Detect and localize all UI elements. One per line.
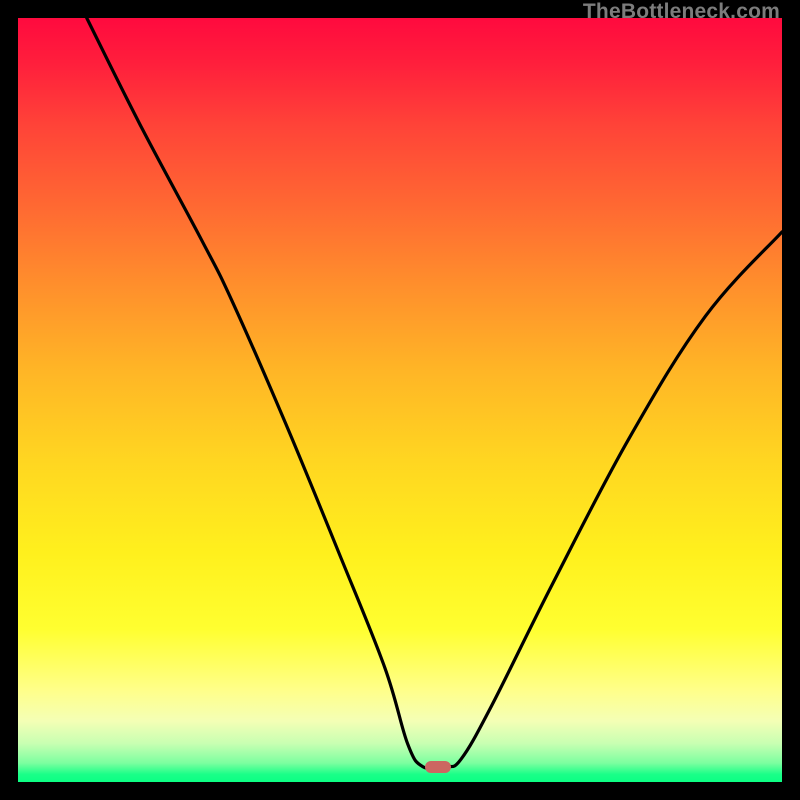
optimal-marker: [425, 761, 451, 773]
watermark: TheBottleneck.com: [583, 0, 780, 24]
plot-area: [18, 18, 782, 782]
curve-svg: [18, 18, 782, 782]
bottleneck-curve-path: [87, 18, 782, 769]
chart-frame: TheBottleneck.com: [0, 0, 800, 800]
